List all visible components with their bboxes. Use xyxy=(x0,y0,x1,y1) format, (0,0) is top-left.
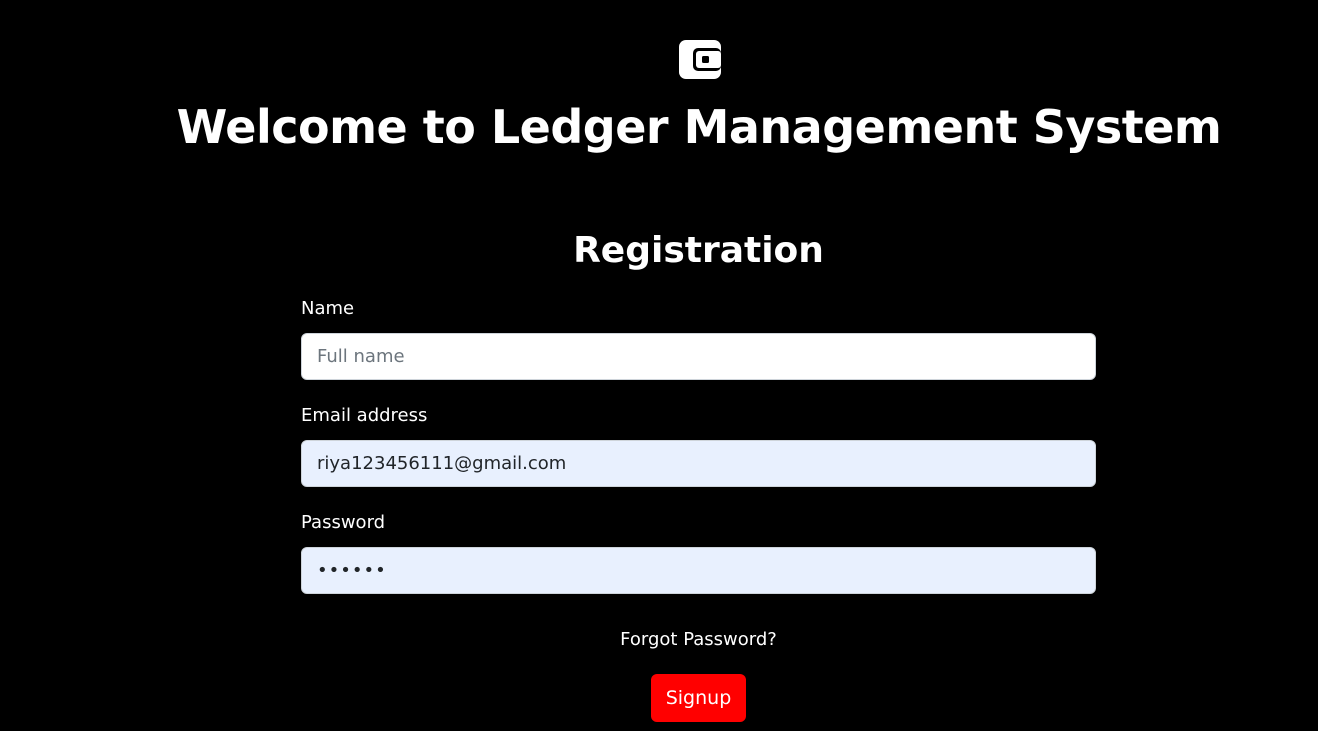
registration-page: Welcome to Ledger Management System Regi… xyxy=(0,0,1318,731)
email-input[interactable] xyxy=(301,440,1096,487)
wallet-icon xyxy=(679,40,721,79)
name-label: Name xyxy=(301,298,355,319)
password-label: Password xyxy=(301,512,386,533)
password-input[interactable] xyxy=(301,547,1096,594)
registration-title: Registration xyxy=(573,230,824,271)
name-input[interactable] xyxy=(301,333,1096,380)
page-title: Welcome to Ledger Management System xyxy=(176,100,1222,154)
forgot-password-link[interactable]: Forgot Password? xyxy=(301,627,1096,653)
email-label: Email address xyxy=(301,405,428,426)
signup-button[interactable]: Signup xyxy=(651,674,746,722)
